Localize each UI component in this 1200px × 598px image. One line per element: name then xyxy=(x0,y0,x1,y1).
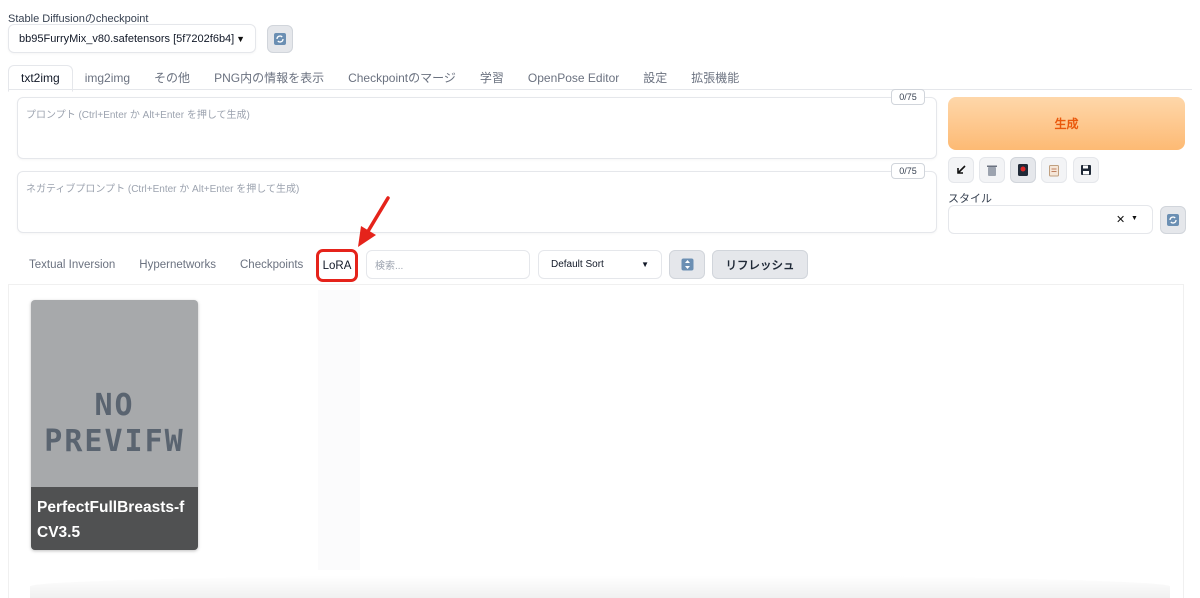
clear-icon[interactable]: ✕ xyxy=(1116,213,1125,226)
main-tabs: txt2img img2img その他 PNG内の情報を表示 Checkpoin… xyxy=(8,65,751,92)
save-style-button[interactable] xyxy=(1073,157,1099,183)
sort-select[interactable]: Default Sort ▼ xyxy=(538,250,662,279)
floppy-disk-icon xyxy=(1081,165,1091,175)
generate-button[interactable]: 生成 xyxy=(948,97,1185,150)
flower-card-icon xyxy=(1018,164,1028,176)
tab-txt2img[interactable]: txt2img xyxy=(8,65,73,92)
chevron-down-icon: ▼ xyxy=(236,33,245,44)
show-extra-networks-button[interactable] xyxy=(1010,157,1036,183)
prompt-input[interactable]: プロンプト (Ctrl+Enter か Alt+Enter を押して生成) xyxy=(17,97,937,159)
sort-selected-value: Default Sort xyxy=(551,259,604,270)
style-select[interactable]: ✕ ▼ xyxy=(948,205,1153,234)
tab-extras[interactable]: その他 xyxy=(142,66,202,90)
tab-extensions[interactable]: 拡張機能 xyxy=(679,66,751,90)
tab-divider xyxy=(8,89,1192,90)
refresh-icon xyxy=(274,33,286,45)
lora-tab-highlight xyxy=(318,290,360,570)
prompt-token-counter: 0/75 xyxy=(891,89,925,105)
tab-settings[interactable]: 設定 xyxy=(631,66,679,90)
no-preview-line-1: NO xyxy=(94,388,135,423)
arrow-down-left-icon xyxy=(957,165,966,174)
refresh-button[interactable]: リフレッシュ xyxy=(712,250,808,279)
tab-train[interactable]: 学習 xyxy=(468,66,516,90)
tab-openpose-editor[interactable]: OpenPose Editor xyxy=(516,66,631,90)
sort-arrows-icon xyxy=(681,258,693,271)
tab-img2img[interactable]: img2img xyxy=(73,66,142,90)
apply-style-button[interactable] xyxy=(1041,157,1067,183)
prompt-placeholder: プロンプト (Ctrl+Enter か Alt+Enter を押して生成) xyxy=(26,110,250,121)
chevron-down-icon: ▼ xyxy=(1131,215,1138,222)
read-params-button[interactable] xyxy=(948,157,974,183)
annotation-arrow-icon xyxy=(358,196,390,247)
refresh-icon xyxy=(1167,214,1179,226)
sort-direction-button[interactable] xyxy=(669,250,705,279)
panel-bottom-shadow xyxy=(30,575,1170,598)
negative-prompt-token-counter: 0/75 xyxy=(891,163,925,179)
refresh-checkpoint-button[interactable] xyxy=(267,25,293,53)
tab-checkpoint-merger[interactable]: Checkpointのマージ xyxy=(336,66,468,90)
lora-card-name: PerfectFullBreasts-fCV3.5 xyxy=(31,487,198,550)
search-placeholder: 検索... xyxy=(375,261,404,272)
clear-prompt-button[interactable] xyxy=(979,157,1005,183)
negative-prompt-input[interactable]: ネガティブプロンプト (Ctrl+Enter か Alt+Enter を押して生… xyxy=(17,171,937,233)
lora-card[interactable]: NO PREVIFW PerfectFullBreasts-fCV3.5 xyxy=(31,300,198,550)
style-label: スタイル xyxy=(948,193,992,205)
checkpoint-select[interactable]: bb95FurryMix_v80.safetensors [5f7202f6b4… xyxy=(8,24,256,53)
refresh-styles-button[interactable] xyxy=(1160,206,1186,234)
chevron-down-icon: ▼ xyxy=(641,260,649,269)
negative-prompt-placeholder: ネガティブプロンプト (Ctrl+Enter か Alt+Enter を押して生… xyxy=(26,184,300,195)
no-preview-line-2: PREVIFW xyxy=(44,424,185,459)
checkpoint-selected-value: bb95FurryMix_v80.safetensors [5f7202f6b4… xyxy=(19,32,235,45)
trash-icon xyxy=(987,165,997,176)
extra-networks-search-input[interactable]: 検索... xyxy=(366,250,530,279)
tab-hypernetworks[interactable]: Hypernetworks xyxy=(127,255,228,275)
tab-png-info[interactable]: PNG内の情報を表示 xyxy=(202,66,336,90)
tab-lora[interactable]: LoRA xyxy=(316,249,358,282)
tab-checkpoints[interactable]: Checkpoints xyxy=(228,255,315,275)
extra-networks-tabs: Textual Inversion Hypernetworks Checkpoi… xyxy=(17,255,315,275)
tab-textual-inversion[interactable]: Textual Inversion xyxy=(17,255,127,275)
clipboard-icon xyxy=(1049,164,1059,176)
